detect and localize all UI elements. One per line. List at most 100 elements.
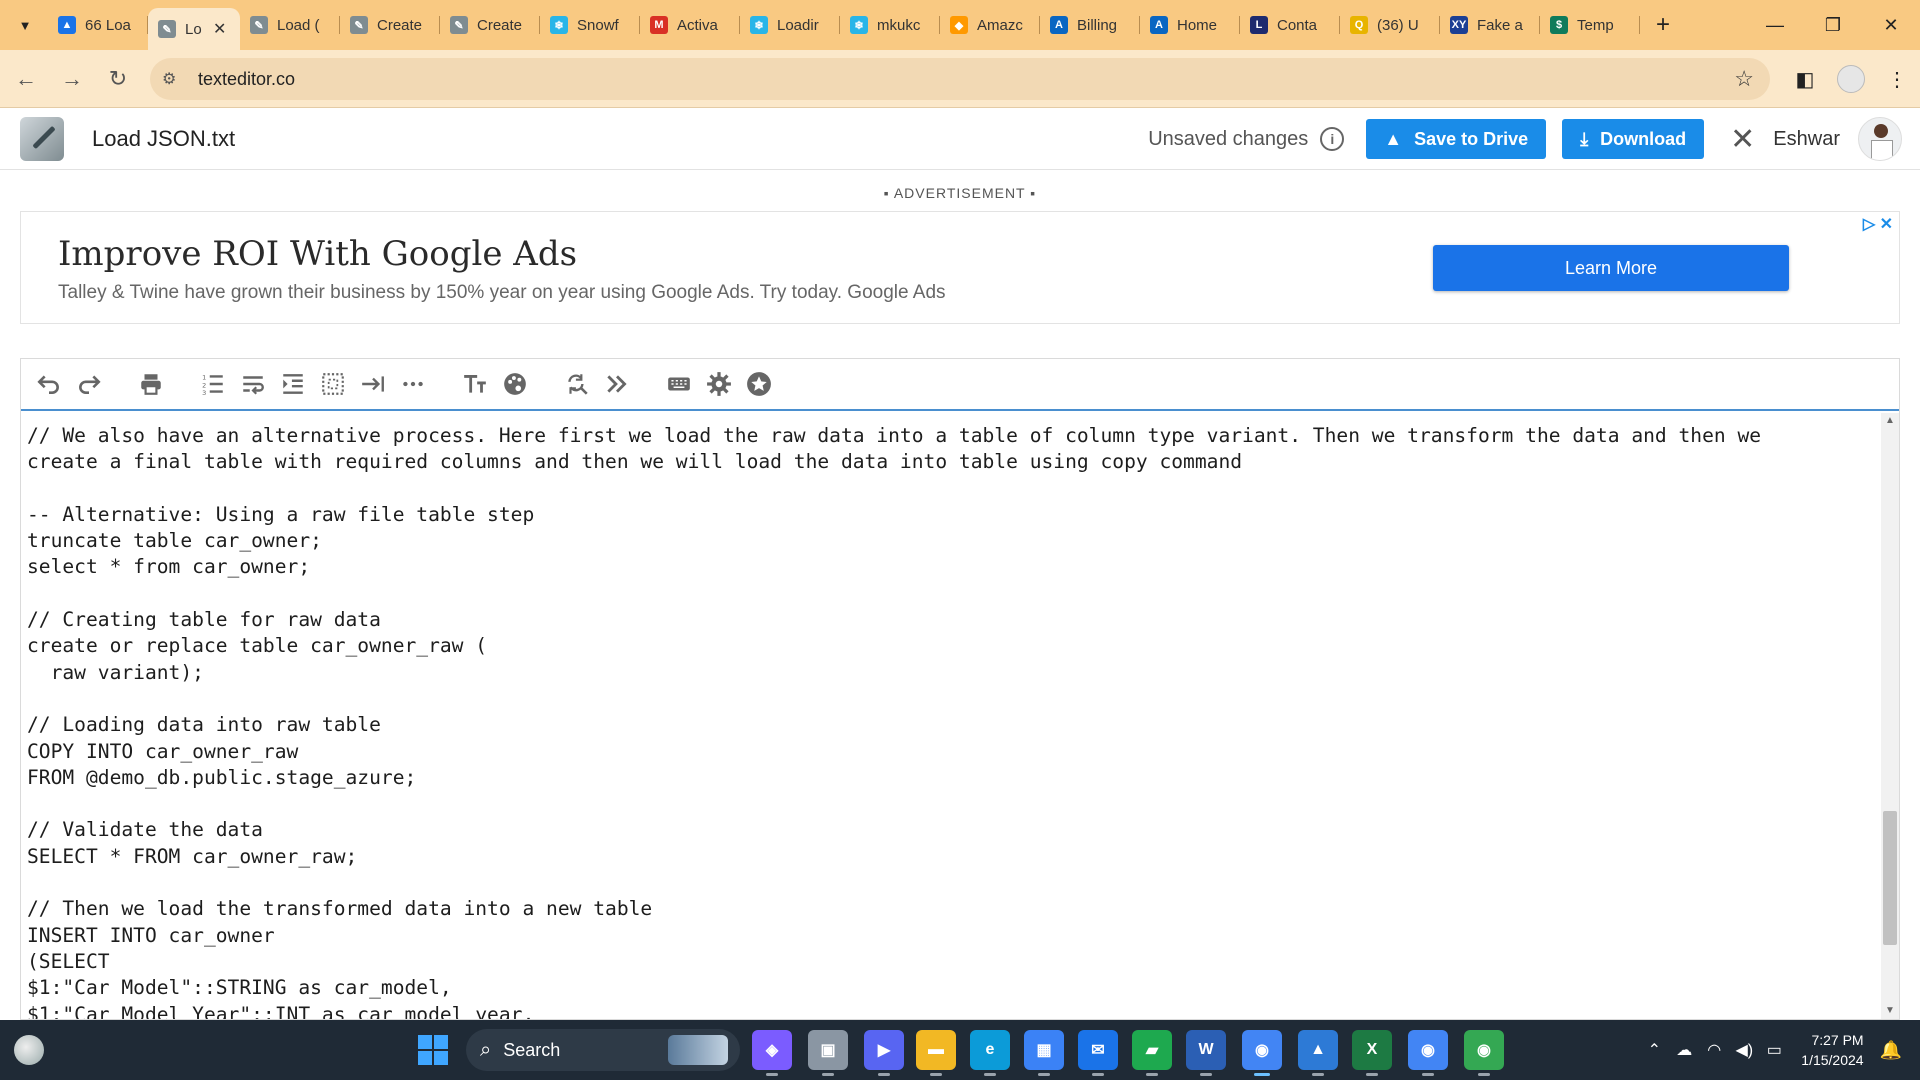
mail-icon[interactable]: ✉	[1078, 1030, 1118, 1076]
document-title[interactable]: Load JSON.txt	[92, 126, 235, 152]
store-icon[interactable]: ▦	[1024, 1030, 1064, 1076]
browser-tab[interactable]: ✎ Load (	[240, 0, 340, 50]
indent-icon[interactable]	[273, 364, 313, 404]
font-size-icon[interactable]	[455, 364, 495, 404]
browser-tab[interactable]: ❄ Snowf	[540, 0, 640, 50]
code-line[interactable]: // Creating table for raw data	[27, 607, 1875, 633]
line-numbers-icon[interactable]: 123	[193, 364, 233, 404]
code-line[interactable]: COPY INTO car_owner_raw	[27, 739, 1875, 765]
browser-tab[interactable]: ✎ Create	[440, 0, 540, 50]
back-icon[interactable]: ←	[6, 59, 46, 99]
more-icon[interactable]	[393, 364, 433, 404]
word-icon[interactable]: W	[1186, 1030, 1226, 1076]
wifi-icon[interactable]: ◠	[1699, 1040, 1729, 1060]
code-line[interactable]	[27, 476, 1875, 502]
forward-icon[interactable]: →	[52, 59, 92, 99]
clock[interactable]: 7:27 PM 1/15/2024	[1801, 1030, 1863, 1070]
chrome-profile-icon[interactable]: ◉	[1408, 1030, 1448, 1076]
code-line[interactable]: // Loading data into raw table	[27, 712, 1875, 738]
restore-icon[interactable]: ❐	[1804, 0, 1862, 50]
scrollbar-thumb[interactable]	[1883, 811, 1897, 945]
texteditor-logo-icon[interactable]	[20, 116, 64, 161]
excel-icon[interactable]: X	[1352, 1030, 1392, 1076]
user-name[interactable]: Eshwar	[1773, 128, 1840, 151]
battery-icon[interactable]: ▭	[1759, 1040, 1789, 1060]
find-replace-icon[interactable]	[557, 364, 597, 404]
browser-tab[interactable]: ❄ mkukc	[840, 0, 940, 50]
download-button[interactable]: ⤓ Download	[1562, 119, 1705, 159]
meet-icon[interactable]: ▶	[864, 1030, 904, 1076]
browser-tab[interactable]: ❄ Loadir	[740, 0, 840, 50]
code-line[interactable]: create or replace table car_owner_raw (	[27, 633, 1875, 659]
theme-icon[interactable]	[495, 364, 535, 404]
bookmark-star-icon[interactable]: ☆	[1734, 66, 1754, 92]
print-icon[interactable]	[131, 364, 171, 404]
ad-headline[interactable]: Improve ROI With Google Ads	[58, 234, 577, 274]
info-icon[interactable]: i	[1320, 127, 1345, 151]
chat-app-icon[interactable]: ▰	[1132, 1030, 1172, 1076]
chevron-up-icon[interactable]: ⌃	[1639, 1040, 1669, 1060]
undo-icon[interactable]	[29, 364, 69, 404]
edge-icon[interactable]: e	[970, 1030, 1010, 1076]
chrome-icon[interactable]: ◉	[1242, 1030, 1282, 1076]
code-line[interactable]	[27, 581, 1875, 607]
browser-tab[interactable]: ✎ Lo ✕	[148, 8, 240, 50]
browser-tab[interactable]: $ Temp	[1540, 0, 1640, 50]
code-line[interactable]: $1:"Car Model"::STRING as car_model,	[27, 975, 1875, 1001]
browser-tab[interactable]: ✎ Create	[340, 0, 440, 50]
minimize-icon[interactable]: —	[1746, 0, 1804, 50]
close-document-icon[interactable]: ✕	[1730, 122, 1755, 157]
tab-search-chevron-icon[interactable]: ▼	[10, 10, 40, 40]
close-window-icon[interactable]: ✕	[1862, 0, 1920, 50]
code-line[interactable]: // We also have an alternative process. …	[27, 423, 1875, 449]
code-line[interactable]: select * from car_owner;	[27, 554, 1875, 580]
browser-tab[interactable]: M Activa	[640, 0, 740, 50]
browser-menu-icon[interactable]: ⋮	[1874, 56, 1920, 102]
code-editor-textarea[interactable]: // We also have an alternative process. …	[21, 413, 1881, 1019]
volume-icon[interactable]: ◀)	[1729, 1040, 1759, 1060]
scroll-up-icon[interactable]: ▲	[1881, 413, 1899, 429]
copilot-icon[interactable]: ◈	[752, 1030, 792, 1076]
save-to-drive-button[interactable]: ▲ Save to Drive	[1366, 119, 1547, 159]
reload-icon[interactable]: ↻	[98, 59, 138, 99]
task-view-icon[interactable]: ▣	[808, 1030, 848, 1076]
start-button[interactable]	[418, 1035, 448, 1065]
code-line[interactable]: truncate table car_owner;	[27, 528, 1875, 554]
notifications-bell-icon[interactable]: 🔔	[1880, 1040, 1902, 1061]
code-line[interactable]	[27, 686, 1875, 712]
profile-avatar[interactable]	[1828, 56, 1874, 102]
code-line[interactable]	[27, 791, 1875, 817]
onedrive-icon[interactable]: ☁	[1669, 1040, 1699, 1060]
side-panel-icon[interactable]: ◧	[1782, 56, 1828, 102]
code-line[interactable]: create a final table with required colum…	[27, 449, 1875, 475]
paint-icon[interactable]: ▲	[1298, 1030, 1338, 1076]
fast-forward-icon[interactable]	[597, 364, 637, 404]
file-explorer-icon[interactable]: ▬	[916, 1030, 956, 1076]
address-bar[interactable]: ⚙ texteditor.co ☆	[150, 58, 1770, 100]
settings-icon[interactable]	[699, 364, 739, 404]
browser-tab[interactable]: ◆ Amazc	[940, 0, 1040, 50]
tab-close-icon[interactable]: ✕	[213, 19, 226, 39]
weather-icon[interactable]	[14, 1035, 44, 1065]
browser-tab[interactable]: Q (36) U	[1340, 0, 1440, 50]
scroll-down-icon[interactable]: ▼	[1881, 1003, 1899, 1019]
redo-icon[interactable]	[69, 364, 109, 404]
learn-more-button[interactable]: Learn More	[1433, 245, 1789, 291]
keyboard-icon[interactable]	[659, 364, 699, 404]
browser-tab[interactable]: XY Fake a	[1440, 0, 1540, 50]
chrome-profile-2-icon[interactable]: ◉	[1464, 1030, 1504, 1076]
code-line[interactable]: // Then we load the transformed data int…	[27, 896, 1875, 922]
browser-tab[interactable]: A Billing	[1040, 0, 1140, 50]
code-line[interactable]: (SELECT	[27, 949, 1875, 975]
vertical-scrollbar[interactable]: ▲ ▼	[1881, 413, 1899, 1019]
code-line[interactable]: FROM @demo_db.public.stage_azure;	[27, 765, 1875, 791]
ad-choices-icon[interactable]: ▷ ✕	[1863, 214, 1893, 234]
code-line[interactable]: -- Alternative: Using a raw file table s…	[27, 502, 1875, 528]
user-avatar[interactable]	[1858, 117, 1902, 161]
taskbar-search[interactable]: ⌕ Search	[466, 1029, 740, 1071]
code-line[interactable]: INSERT INTO car_owner	[27, 923, 1875, 949]
url-text[interactable]: texteditor.co	[198, 69, 295, 90]
browser-tab[interactable]: L Conta	[1240, 0, 1340, 50]
tab-icon[interactable]	[353, 364, 393, 404]
code-line[interactable]: $1:"Car Model Year"::INT as car_model_ye…	[27, 1002, 1875, 1019]
